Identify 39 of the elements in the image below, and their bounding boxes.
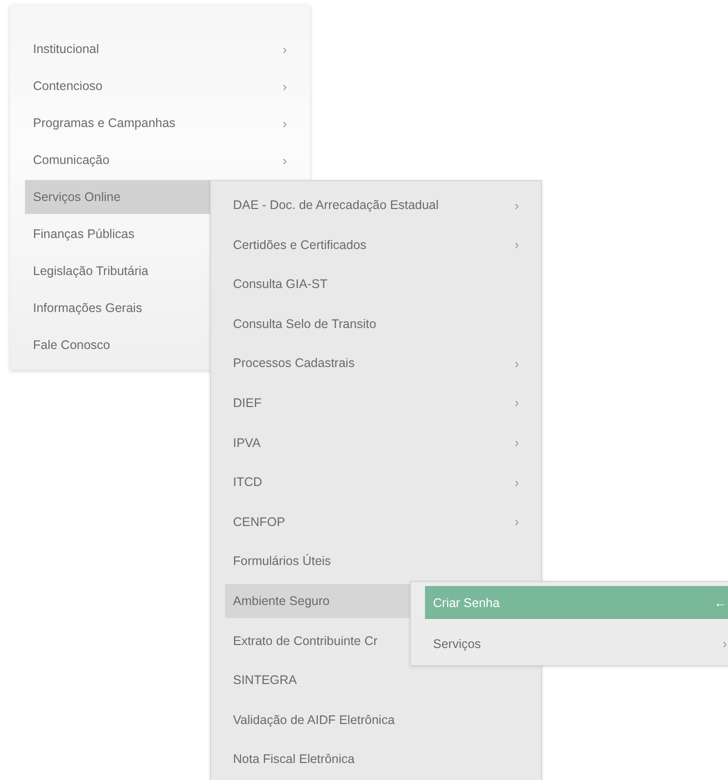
arrow-icon: › (282, 42, 287, 56)
menu-item[interactable]: Institucional › (25, 32, 295, 66)
menu-item[interactable]: Contencioso › (25, 69, 295, 103)
arrow-icon: › (282, 152, 287, 168)
arrow-icon: › (514, 395, 519, 410)
menu-item[interactable]: Validação de AIDF Eletrônica (225, 702, 527, 737)
menu-item[interactable]: SINTEGRA (225, 663, 410, 698)
menu-item[interactable]: IPVA › (225, 426, 527, 460)
menu-item[interactable]: Ambiente Seguro (225, 584, 410, 618)
menu-item[interactable]: Consulta GIA-ST (225, 267, 527, 302)
menu-item[interactable]: DIEF › (225, 386, 527, 420)
menu-item[interactable]: Criar Senha ← (425, 586, 728, 619)
arrow-icon: › (514, 514, 519, 530)
menu-item[interactable]: Certidões e Certificados › (225, 228, 527, 262)
arrow-icon: › (514, 356, 519, 371)
arrow-icon: › (514, 198, 519, 212)
menu-item[interactable]: ITCD › (225, 465, 527, 500)
menu-item[interactable]: Comunicação › (25, 143, 295, 177)
arrow-icon: › (282, 78, 287, 94)
menu-item[interactable]: DAE - Doc. de Arrecadação Estadual › (225, 188, 527, 222)
menu-item[interactable]: Consulta Selo de Transito (225, 306, 527, 341)
menu-item[interactable]: Programas e Campanhas › (25, 106, 295, 140)
menu-item[interactable]: Formulários Úteis (225, 544, 527, 578)
arrow-icon: › (282, 116, 287, 130)
menu-item[interactable]: Legislação Tributária (25, 254, 210, 288)
menu-item[interactable]: Finanças Públicas (25, 217, 210, 251)
menu-item[interactable]: Fale Conosco (25, 328, 210, 362)
menu-item[interactable]: Informações Gerais (25, 291, 210, 325)
menu-item[interactable]: Nota Fiscal Eletrônica (225, 742, 527, 776)
arrow-icon: ← (714, 595, 727, 610)
arrow-icon: › (514, 237, 519, 252)
menu-item[interactable]: Extrato de Contribuinte Cr (225, 624, 410, 658)
menu-item[interactable]: Serviços › (425, 627, 728, 660)
menu-item[interactable]: Processos Cadastrais › (225, 346, 527, 380)
arrow-icon: › (722, 636, 727, 651)
arrow-icon: › (514, 474, 519, 490)
menu-item[interactable]: CENFOP › (225, 504, 527, 539)
arrow-icon: › (514, 435, 519, 450)
menu-item[interactable]: Serviços Online (25, 180, 210, 214)
